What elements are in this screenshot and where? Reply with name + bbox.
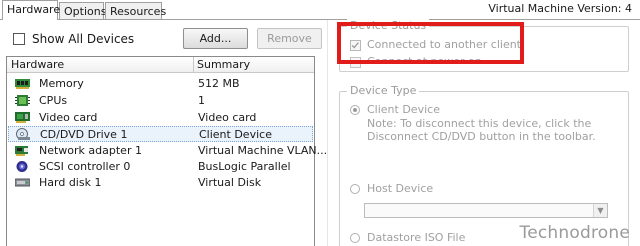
hardware-name: SCSI controller 0 bbox=[39, 160, 131, 173]
hardware-name: CD/DVD Drive 1 bbox=[40, 128, 128, 141]
hardware-name: CPUs bbox=[39, 94, 68, 107]
hardware-list[interactable]: Hardware Summary Memory 512 MB CPUs 1 Vi… bbox=[6, 56, 327, 246]
hardware-summary: Virtual Machine VLAN... bbox=[198, 144, 328, 157]
show-all-devices-checkbox[interactable] bbox=[13, 33, 25, 48]
remove-button[interactable]: Remove bbox=[257, 28, 322, 49]
column-header-hardware[interactable]: Hardware bbox=[11, 58, 64, 71]
hardware-summary: 1 bbox=[198, 94, 205, 107]
hardware-summary: Client Device bbox=[199, 128, 272, 141]
datastore-iso-radio[interactable] bbox=[350, 233, 360, 243]
hardware-summary: Video card bbox=[198, 111, 257, 124]
tab-resources[interactable]: Resources bbox=[105, 2, 166, 19]
video-card-icon bbox=[15, 112, 30, 123]
hardware-list-header: Hardware Summary bbox=[7, 57, 314, 73]
vm-version-label: Virtual Machine Version: 4 bbox=[488, 2, 632, 15]
hardware-name: Memory bbox=[39, 77, 84, 90]
tab-options[interactable]: Options bbox=[59, 2, 106, 19]
hardware-row-memory[interactable]: Memory 512 MB bbox=[8, 76, 313, 92]
hardware-name: Network adapter 1 bbox=[39, 144, 142, 157]
checkbox-box[interactable] bbox=[13, 33, 25, 45]
host-device-select[interactable]: ▼ bbox=[364, 203, 608, 218]
client-device-radio[interactable] bbox=[350, 105, 360, 115]
host-device-label: Host Device bbox=[367, 182, 434, 195]
column-header-summary[interactable]: Summary bbox=[197, 58, 250, 71]
column-separator bbox=[193, 57, 194, 73]
cd-dvd-icon bbox=[16, 128, 30, 140]
datastore-iso-label: Datastore ISO File bbox=[367, 231, 466, 244]
show-all-devices-label: Show All Devices bbox=[32, 32, 135, 46]
chevron-down-icon[interactable]: ▼ bbox=[593, 204, 607, 217]
tab-strip-border bbox=[0, 19, 640, 20]
scsi-controller-icon bbox=[16, 161, 28, 172]
cpu-icon bbox=[15, 95, 30, 106]
panel-divider bbox=[327, 20, 328, 246]
client-device-note: Note: To disconnect this device, click t… bbox=[367, 117, 596, 143]
network-adapter-icon bbox=[15, 146, 28, 156]
add-button[interactable]: Add... bbox=[183, 28, 248, 49]
highlight-annotation-box bbox=[337, 22, 524, 64]
hardware-summary: BusLogic Parallel bbox=[198, 160, 291, 173]
hardware-name: Video card bbox=[39, 111, 98, 124]
hardware-row-video-card[interactable]: Video card Video card bbox=[8, 110, 313, 126]
hardware-row-hard-disk[interactable]: Hard disk 1 Virtual Disk bbox=[8, 175, 313, 191]
memory-icon bbox=[15, 79, 30, 89]
hardware-row-scsi-controller[interactable]: SCSI controller 0 BusLogic Parallel bbox=[8, 159, 313, 175]
host-device-radio[interactable] bbox=[350, 184, 360, 194]
hardware-name: Hard disk 1 bbox=[39, 176, 102, 189]
hardware-row-cpus[interactable]: CPUs 1 bbox=[8, 93, 313, 109]
client-device-label: Client Device bbox=[367, 103, 440, 116]
watermark-text: Technodrone bbox=[519, 223, 630, 243]
hardware-row-network-adapter[interactable]: Network adapter 1 Virtual Machine VLAN..… bbox=[8, 143, 327, 159]
hardware-row-cd-dvd-drive[interactable]: CD/DVD Drive 1 Client Device bbox=[8, 126, 313, 142]
hardware-summary: Virtual Disk bbox=[198, 176, 262, 189]
hardware-summary: 512 MB bbox=[198, 77, 240, 90]
device-type-title: Device Type bbox=[347, 84, 420, 97]
hard-disk-icon bbox=[15, 178, 30, 187]
tab-hardware[interactable]: Hardware bbox=[2, 0, 60, 20]
